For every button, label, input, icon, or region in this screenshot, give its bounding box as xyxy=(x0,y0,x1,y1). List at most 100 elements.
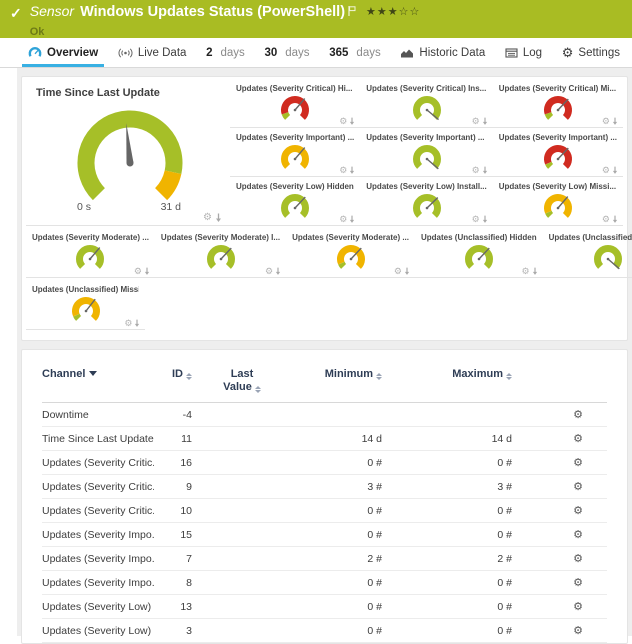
column-header-maximum[interactable]: Maximum xyxy=(382,360,512,403)
gauge-tile[interactable]: Updates (Severity Moderate) I... ⚙ xyxy=(155,226,286,278)
gauge-tile[interactable]: Updates (Severity Important) ... ⚙ xyxy=(360,128,492,177)
gear-icon[interactable]: ⚙ xyxy=(339,117,347,126)
gauge-tile[interactable]: Updates (Severity Critical) Hi... ⚙ xyxy=(230,79,360,128)
gear-icon[interactable]: ⚙ xyxy=(134,267,142,276)
pin-icon[interactable] xyxy=(612,117,618,126)
gauge-tile[interactable]: Updates (Unclassified) Hidden ⚙ xyxy=(415,226,543,278)
channel-id-cell: 3 xyxy=(154,619,192,643)
pin-icon[interactable] xyxy=(482,215,488,224)
channel-id-cell: 13 xyxy=(154,595,192,619)
tab-overview[interactable]: Overview xyxy=(24,38,102,67)
sort-icon xyxy=(255,386,261,393)
channel-settings-gear-icon[interactable]: ⚙ xyxy=(573,529,583,541)
channel-row[interactable]: Updates (Severity Critic... 10 0 # 0 # ⚙ xyxy=(42,499,607,523)
pin-icon[interactable] xyxy=(349,117,355,126)
rating-stars[interactable]: ★★★☆☆ xyxy=(366,4,420,21)
gear-icon[interactable]: ⚙ xyxy=(265,267,273,276)
tab-value: 365 xyxy=(329,47,348,59)
tab-30-days[interactable]: 30days xyxy=(260,38,313,67)
pin-icon[interactable] xyxy=(349,166,355,175)
channel-row[interactable]: Time Since Last Update 11 14 d 14 d ⚙ xyxy=(42,427,607,451)
gear-icon[interactable]: ⚙ xyxy=(522,267,530,276)
tab-live-data[interactable]: Live Data xyxy=(114,38,191,67)
tab-2-days[interactable]: 2days xyxy=(202,38,249,67)
channel-gauge xyxy=(456,244,502,276)
pin-icon[interactable] xyxy=(532,267,538,276)
channel-gauge xyxy=(272,95,318,127)
gauge-title: Updates (Severity Moderate) ... xyxy=(292,233,409,243)
channel-settings-gear-icon[interactable]: ⚙ xyxy=(573,481,583,493)
channel-id-cell: 16 xyxy=(154,451,192,475)
flag-icon[interactable] xyxy=(348,3,356,20)
gauge-tile[interactable]: Updates (Unclassified) Install... ⚙ xyxy=(543,226,632,278)
gear-icon[interactable]: ⚙ xyxy=(339,215,347,224)
channel-row[interactable]: Updates (Severity Impo... 7 2 # 2 # ⚙ xyxy=(42,547,607,571)
gauge-tile-time-since-last-update[interactable]: Time Since Last Update 0 s 31 d ⚙ xyxy=(26,79,230,226)
channel-settings-gear-icon[interactable]: ⚙ xyxy=(573,625,583,637)
channel-settings-gear-icon[interactable]: ⚙ xyxy=(573,553,583,565)
gear-icon[interactable]: ⚙ xyxy=(472,166,480,175)
gear-icon[interactable]: ⚙ xyxy=(472,117,480,126)
pin-icon[interactable] xyxy=(612,215,618,224)
channel-settings-gear-icon[interactable]: ⚙ xyxy=(573,505,583,517)
channel-row[interactable]: Updates (Severity Low) ... 13 0 # 0 # ⚙ xyxy=(42,595,607,619)
gauge-tile[interactable]: Updates (Severity Critical) Mi... ⚙ xyxy=(493,79,623,128)
tab-value: 30 xyxy=(264,47,277,59)
pin-icon[interactable] xyxy=(482,117,488,126)
channel-row[interactable]: Updates (Severity Critic... 9 3 # 3 # ⚙ xyxy=(42,475,607,499)
tab-historic-data[interactable]: Historic Data xyxy=(396,38,489,67)
pin-icon[interactable] xyxy=(275,267,281,276)
channel-row[interactable]: Updates (Severity Impo... 8 0 # 0 # ⚙ xyxy=(42,571,607,595)
column-header-id[interactable]: ID xyxy=(154,360,192,403)
channel-row[interactable]: Updates (Severity Low) ... 3 0 # 0 # ⚙ xyxy=(42,619,607,643)
gauge-title: Updates (Severity Low) Hidden xyxy=(236,182,354,192)
gauge-tile[interactable]: Updates (Severity Low) Hidden ⚙ xyxy=(230,177,360,226)
pin-icon[interactable] xyxy=(349,215,355,224)
pin-icon[interactable] xyxy=(134,319,140,328)
channel-row[interactable]: Downtime -4 ⚙ xyxy=(42,403,607,427)
gear-icon[interactable]: ⚙ xyxy=(124,319,132,328)
gauge-tile[interactable]: Updates (Severity Moderate) ... ⚙ xyxy=(26,226,155,278)
gauge-tile[interactable]: Updates (Severity Important) ... ⚙ xyxy=(230,128,360,177)
channel-maximum-cell: 3 # xyxy=(382,475,512,499)
channel-row[interactable]: Updates (Severity Impo... 15 0 # 0 # ⚙ xyxy=(42,523,607,547)
channels-panel: Channel ID Last Value Minimum Maximum xyxy=(21,349,628,644)
column-header-minimum[interactable]: Minimum xyxy=(292,360,382,403)
gauge-tile[interactable]: Updates (Unclassified) Missing ⚙ xyxy=(26,278,145,330)
gauge-tile[interactable]: Updates (Severity Low) Install... ⚙ xyxy=(360,177,492,226)
channel-name-cell: Updates (Severity Impo... xyxy=(42,571,154,595)
channel-settings-gear-icon[interactable]: ⚙ xyxy=(573,601,583,613)
channel-name-cell: Updates (Severity Critic... xyxy=(42,475,154,499)
channel-maximum-cell: 0 # xyxy=(382,571,512,595)
pin-icon[interactable] xyxy=(144,267,150,276)
channel-settings-gear-icon[interactable]: ⚙ xyxy=(573,409,583,421)
channel-settings-gear-icon[interactable]: ⚙ xyxy=(573,457,583,469)
gear-icon[interactable]: ⚙ xyxy=(602,215,610,224)
column-header-last-value[interactable]: Last Value xyxy=(192,360,292,403)
gear-icon[interactable]: ⚙ xyxy=(394,267,402,276)
gear-icon[interactable]: ⚙ xyxy=(602,166,610,175)
gauge-tile[interactable]: Updates (Severity Low) Missi... ⚙ xyxy=(493,177,623,226)
channel-settings-gear-icon[interactable]: ⚙ xyxy=(573,577,583,589)
tab-unit: days xyxy=(221,47,245,59)
gear-icon[interactable]: ⚙ xyxy=(602,117,610,126)
gear-icon[interactable]: ⚙ xyxy=(472,215,480,224)
pin-icon[interactable] xyxy=(215,213,222,223)
channel-settings-gear-icon[interactable]: ⚙ xyxy=(573,433,583,445)
column-header-channel[interactable]: Channel xyxy=(42,360,154,403)
gauge-tile[interactable]: Updates (Severity Moderate) ... ⚙ xyxy=(286,226,415,278)
tab-log[interactable]: Log xyxy=(501,38,546,67)
gauge-max-label: 31 d xyxy=(161,201,181,213)
channel-row[interactable]: Updates (Severity Critic... 16 0 # 0 # ⚙ xyxy=(42,451,607,475)
gauge-tile[interactable]: Updates (Severity Important) ... ⚙ xyxy=(493,128,623,177)
gear-icon[interactable]: ⚙ xyxy=(339,166,347,175)
pin-icon[interactable] xyxy=(612,166,618,175)
pin-icon[interactable] xyxy=(482,166,488,175)
tab-365-days[interactable]: 365days xyxy=(325,38,384,67)
channel-minimum-cell: 0 # xyxy=(292,595,382,619)
pin-icon[interactable] xyxy=(404,267,410,276)
tab-bar: Overview Live Data 2days 30days 365days … xyxy=(0,38,632,68)
gear-icon[interactable]: ⚙ xyxy=(203,213,212,223)
tab-settings[interactable]: ⚙ Settings xyxy=(558,38,624,67)
gauge-tile[interactable]: Updates (Severity Critical) Ins... ⚙ xyxy=(360,79,492,128)
